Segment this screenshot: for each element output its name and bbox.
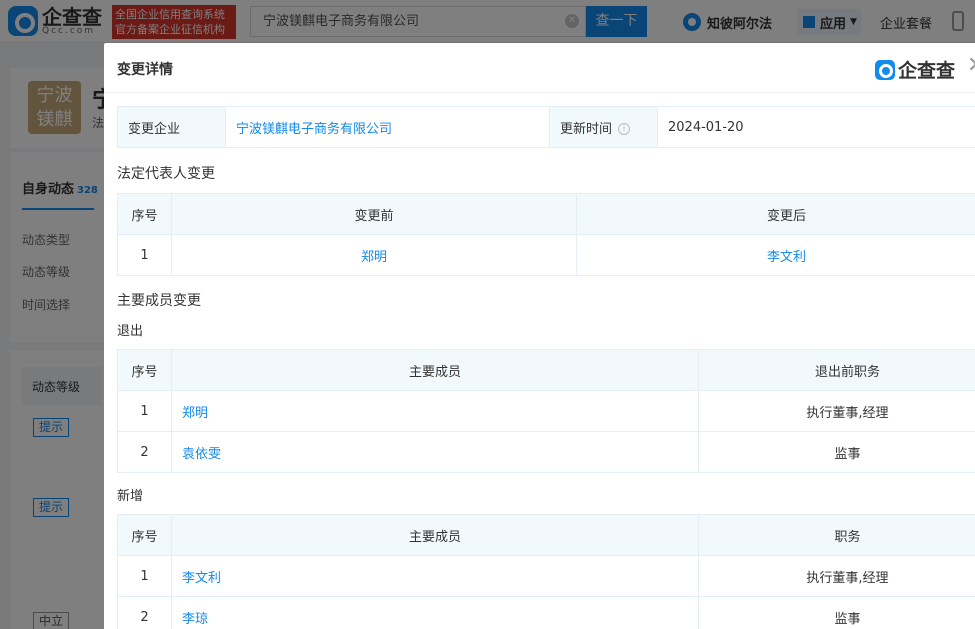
row-index: 1 (117, 234, 172, 276)
column-header: 退出前职务 (698, 349, 975, 391)
column-header: 序号 (117, 514, 172, 556)
column-header: 主要成员 (171, 349, 699, 391)
update-time-cell: 更新时间 i (549, 106, 658, 148)
person-link[interactable]: 袁依雯 (171, 431, 699, 473)
info-icon[interactable]: i (618, 123, 631, 135)
company-link[interactable]: 宁波镁麒电子商务有限公司 (225, 106, 550, 148)
exit-members-table: 序号 主要成员 退出前职务 1 郑明 执行董事,经理 2 袁依雯 监事 (117, 349, 975, 473)
person-link[interactable]: 李文利 (576, 234, 975, 276)
row-index: 2 (117, 431, 172, 473)
position-cell: 执行董事,经理 (698, 555, 975, 597)
legal-rep-table: 序号 变更前 变更后 1 郑明 李文利 (117, 193, 975, 276)
person-link[interactable]: 李琼 (171, 596, 699, 629)
row-index: 1 (117, 390, 172, 432)
modal-brand-text: 企查查 (898, 60, 956, 82)
table-header-row: 序号 变更前 变更后 (117, 193, 975, 235)
table-row: 2 袁依雯 监事 (117, 431, 975, 473)
new-members-table: 序号 主要成员 职务 1 李文利 执行董事,经理 2 李琼 监事 (117, 514, 975, 629)
table-header-row: 序号 主要成员 职务 (117, 514, 975, 556)
person-link[interactable]: 李文利 (171, 555, 699, 597)
table-row: 变更企业 宁波镁麒电子商务有限公司 更新时间 i 2024-01-20 (117, 106, 975, 148)
row-index: 1 (117, 555, 172, 597)
table-row: 1 郑明 李文利 (117, 234, 975, 276)
table-row: 1 李文利 执行董事,经理 (117, 555, 975, 597)
person-link[interactable]: 郑明 (171, 234, 577, 276)
position-cell: 监事 (698, 596, 975, 629)
person-link[interactable]: 郑明 (171, 390, 699, 432)
column-header: 变更后 (576, 193, 975, 235)
column-header: 职务 (698, 514, 975, 556)
column-header: 序号 (117, 193, 172, 235)
qcc-logo-icon (875, 59, 895, 80)
close-icon[interactable]: ✕ (967, 55, 975, 77)
column-header: 主要成员 (171, 514, 699, 556)
modal-header: 变更详情 企查查 ✕ (104, 43, 975, 93)
legal-rep-section-title: 法定代表人变更 (117, 166, 215, 182)
change-info-table: 变更企业 宁波镁麒电子商务有限公司 更新时间 i 2024-01-20 (117, 106, 975, 148)
position-cell: 执行董事,经理 (698, 390, 975, 432)
modal-title: 变更详情 (117, 62, 173, 78)
column-header: 变更前 (171, 193, 577, 235)
table-row: 2 李琼 监事 (117, 596, 975, 629)
change-details-modal: 变更详情 企查查 ✕ 变更企业 宁波镁麒电子商务有限公司 更新时间 i 2024-… (104, 43, 975, 629)
modal-brand-logo: 企查查 (875, 56, 955, 83)
column-header: 序号 (117, 349, 172, 391)
table-header-row: 序号 主要成员 退出前职务 (117, 349, 975, 391)
row-index: 2 (117, 596, 172, 629)
new-label: 新增 (117, 489, 144, 504)
update-time-value: 2024-01-20 (657, 106, 975, 148)
update-time-label: 更新时间 (560, 121, 613, 137)
exit-label: 退出 (117, 324, 144, 339)
members-section-title: 主要成员变更 (117, 293, 201, 309)
position-cell: 监事 (698, 431, 975, 473)
table-row: 1 郑明 执行董事,经理 (117, 390, 975, 432)
company-label: 变更企业 (117, 106, 226, 148)
